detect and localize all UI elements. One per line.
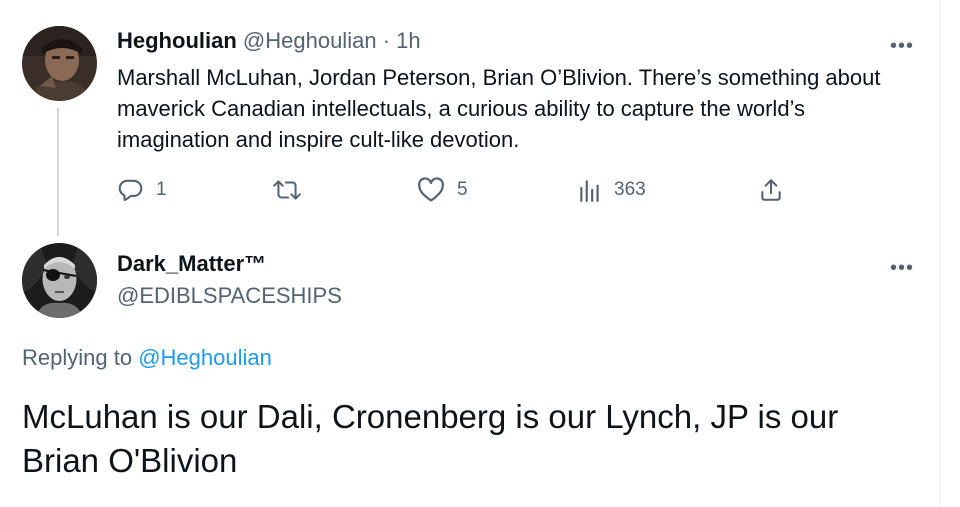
handle[interactable]: @EDIBLSPACESHIPS <box>117 283 342 309</box>
tweet-text: McLuhan is our Dali, Cronenberg is our L… <box>22 398 839 479</box>
replying-prefix: Replying to <box>22 345 133 370</box>
handle[interactable]: @Heghoulian <box>243 28 377 53</box>
column-border <box>940 0 941 507</box>
reply-button[interactable]: 1 <box>118 176 167 204</box>
avatar[interactable] <box>22 243 97 318</box>
like-count: 5 <box>457 179 468 200</box>
avatar[interactable] <box>22 26 97 101</box>
views-count: 363 <box>614 179 646 200</box>
tweet-text: Marshall McLuhan, Jordan Peterson, Brian… <box>117 65 881 152</box>
replying-to-mention[interactable]: @Heghoulian <box>138 345 272 370</box>
reply-icon <box>118 177 144 203</box>
display-name[interactable]: Heghoulian <box>117 28 237 53</box>
separator: · <box>382 28 391 53</box>
share-button[interactable] <box>758 176 784 204</box>
tweet-header: Heghoulian @Heghoulian · 1h <box>117 28 421 54</box>
display-name[interactable]: Dark_Matter™ <box>117 251 266 277</box>
like-icon <box>417 177 445 203</box>
like-button[interactable]: 5 <box>417 176 468 204</box>
thread-line <box>57 108 59 236</box>
timestamp[interactable]: 1h <box>396 28 420 53</box>
reply-count: 1 <box>156 179 167 200</box>
more-icon[interactable]: ••• <box>890 258 914 278</box>
views-button[interactable]: 363 <box>578 176 646 204</box>
more-icon[interactable]: ••• <box>890 36 914 56</box>
share-icon <box>758 177 784 203</box>
retweet-button[interactable] <box>272 176 314 204</box>
replying-to: Replying to @Heghoulian <box>22 345 272 371</box>
views-icon <box>578 177 602 203</box>
retweet-icon <box>272 177 302 203</box>
